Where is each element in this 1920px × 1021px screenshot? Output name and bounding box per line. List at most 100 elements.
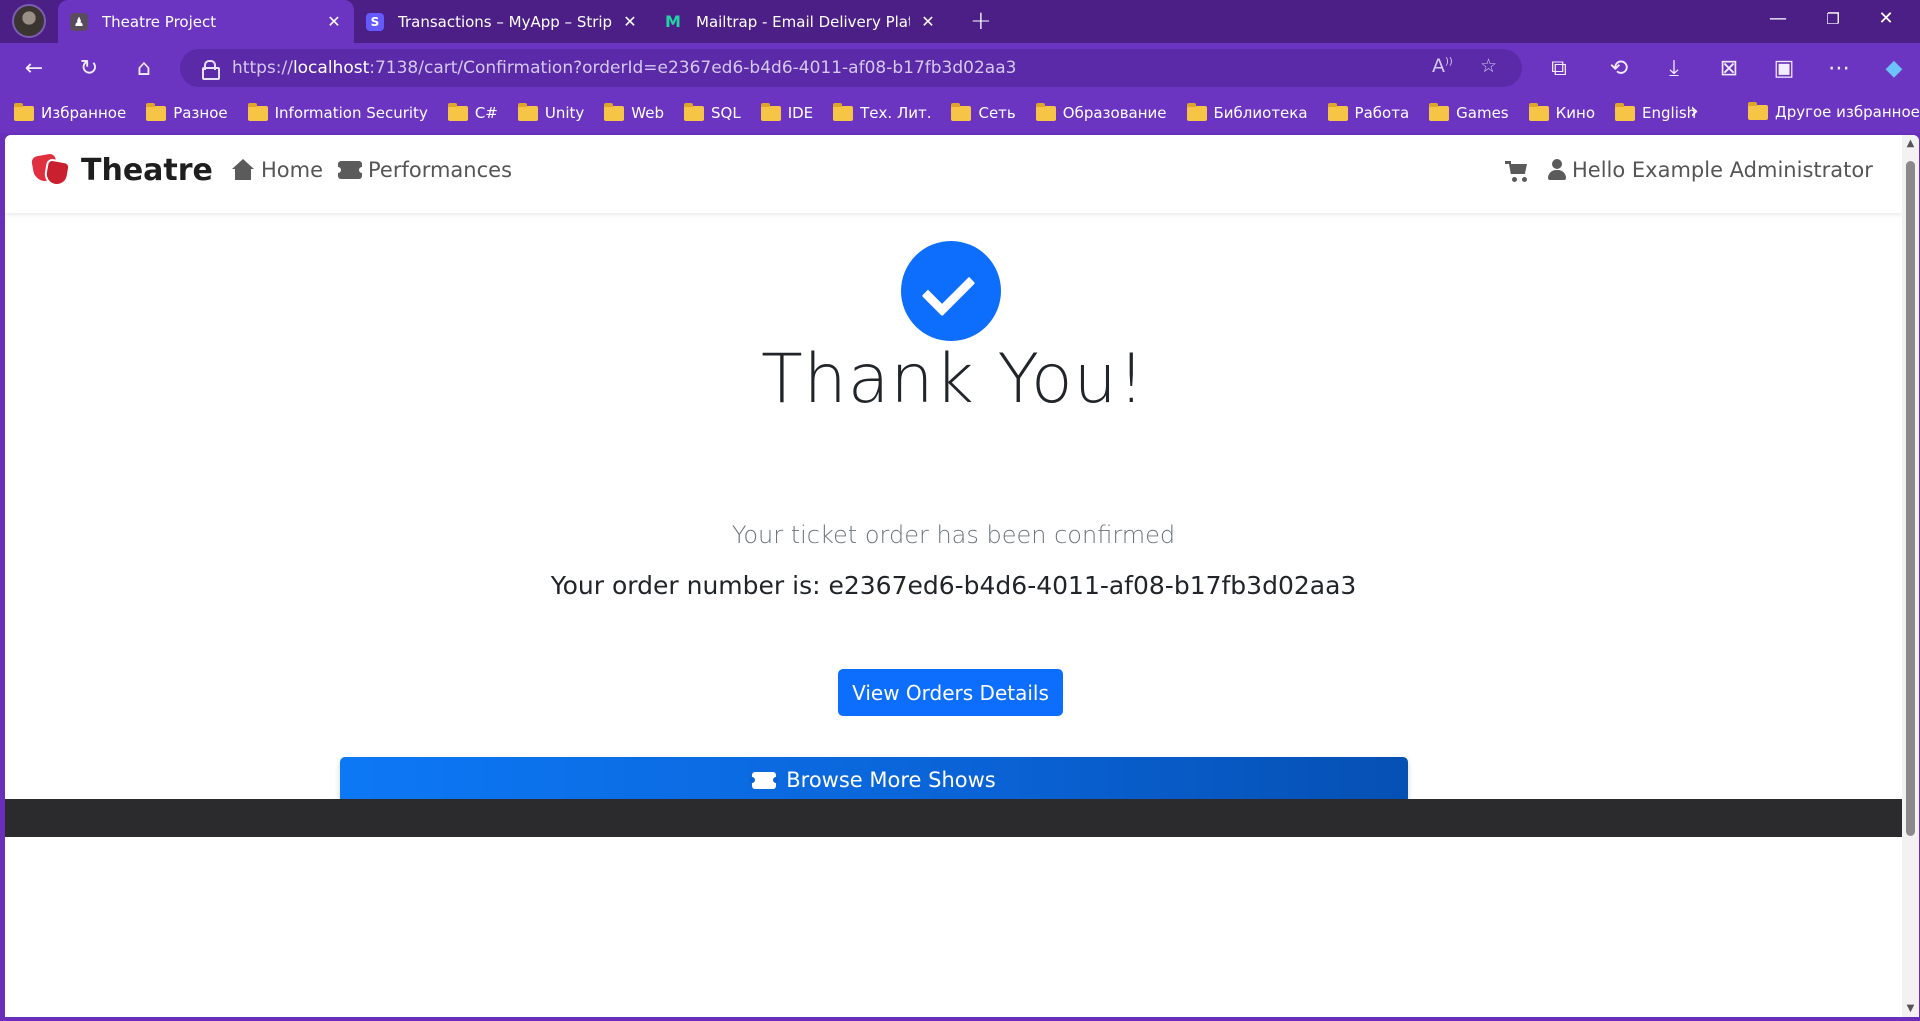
bookmark-label: Games bbox=[1456, 104, 1509, 122]
close-tab-icon[interactable]: ✕ bbox=[920, 12, 936, 31]
nav-home[interactable]: Home bbox=[231, 158, 323, 182]
bookmark-folder[interactable]: Unity bbox=[517, 102, 584, 122]
mailtrap-favicon-icon: M bbox=[665, 12, 681, 31]
back-icon[interactable]: ← bbox=[20, 55, 48, 83]
close-tab-icon[interactable]: ✕ bbox=[622, 12, 638, 31]
view-orders-details-button[interactable]: View Orders Details bbox=[838, 669, 1063, 716]
browse-more-shows-button[interactable]: Browse More Shows bbox=[340, 757, 1408, 803]
tab-stripe-transactions[interactable]: S Transactions – MyApp – Stripe [Te ✕ bbox=[354, 0, 650, 43]
restore-icon[interactable]: ❐ bbox=[1813, 10, 1853, 28]
cart-icon[interactable] bbox=[1505, 161, 1529, 183]
bookmark-folder[interactable]: IDE bbox=[760, 102, 814, 122]
browser-titlebar: ♟ Theatre Project ✕ S Transactions – MyA… bbox=[0, 0, 1920, 43]
bookmark-label: Information Security bbox=[274, 104, 428, 122]
url-path: :7138/cart/Confirmation?orderId=e2367ed6… bbox=[369, 58, 1017, 78]
read-aloud-icon[interactable]: A)) bbox=[1432, 55, 1453, 77]
scrollbar-thumb[interactable] bbox=[1906, 161, 1915, 836]
address-bar[interactable]: https://localhost:7138/cart/Confirmation… bbox=[180, 49, 1522, 87]
folder-icon bbox=[146, 102, 167, 121]
screenshot-icon[interactable]: ⊠ bbox=[1715, 55, 1743, 83]
bookmark-folder[interactable]: Games bbox=[1429, 102, 1509, 122]
brand-link[interactable]: Theatre bbox=[30, 152, 213, 188]
scroll-down-icon[interactable]: ▼ bbox=[1902, 1000, 1919, 1017]
tab-title: Transactions – MyApp – Stripe [Te bbox=[398, 12, 612, 31]
folder-icon bbox=[684, 102, 704, 121]
reload-icon[interactable]: ↻ bbox=[75, 55, 103, 83]
scroll-up-icon[interactable]: ▲ bbox=[1902, 135, 1919, 152]
bookmark-label: Сеть bbox=[978, 104, 1016, 122]
folder-icon bbox=[833, 102, 854, 121]
bookmark-label: Web bbox=[631, 104, 664, 122]
ticket-icon bbox=[749, 771, 780, 789]
bookmark-label: Образование bbox=[1062, 104, 1167, 122]
downloads-icon[interactable]: ⤓ bbox=[1660, 55, 1688, 83]
folder-icon bbox=[1035, 102, 1056, 121]
bookmark-folder[interactable]: Библиотека bbox=[1186, 102, 1308, 122]
bookmark-folder[interactable]: Кино bbox=[1528, 102, 1596, 122]
home-browser-icon[interactable]: ⌂ bbox=[130, 55, 158, 83]
bookmark-folder[interactable]: C# bbox=[447, 102, 498, 122]
url-scheme: https:// bbox=[232, 58, 293, 78]
more-bookmarks-chevron-icon[interactable]: › bbox=[1690, 99, 1699, 124]
home-icon bbox=[231, 159, 255, 181]
bookmark-label: Кино bbox=[1555, 104, 1596, 122]
bookmark-folder[interactable]: English bbox=[1615, 102, 1697, 122]
browser-toolbar: ← ↻ ⌂ https://localhost:7138/cart/Confir… bbox=[0, 43, 1920, 93]
url-host: localhost bbox=[292, 58, 370, 78]
tab-theatre-project[interactable]: ♟ Theatre Project ✕ bbox=[58, 0, 354, 43]
site-footer bbox=[5, 799, 1902, 837]
history-icon[interactable]: ⟲ bbox=[1605, 55, 1633, 83]
favorite-star-icon[interactable]: ☆ bbox=[1480, 55, 1497, 77]
user-icon bbox=[1548, 159, 1566, 181]
extensions-icon[interactable]: ⧉ bbox=[1545, 55, 1573, 83]
site-navbar: Theatre Home Performances Hello Example … bbox=[5, 135, 1902, 213]
bookmark-label: Другое избранное bbox=[1775, 103, 1920, 121]
bookmark-folder[interactable]: Избранное bbox=[14, 102, 126, 122]
check-circle-icon bbox=[901, 241, 1001, 341]
bookmark-label: Библиотека bbox=[1213, 104, 1308, 122]
nav-home-label: Home bbox=[261, 158, 324, 182]
bookmark-label: English bbox=[1642, 104, 1697, 122]
minimize-icon[interactable]: — bbox=[1758, 8, 1798, 29]
page-viewport: Theatre Home Performances Hello Example … bbox=[5, 135, 1919, 1017]
user-account-link[interactable]: Hello Example Administrator bbox=[1548, 158, 1873, 182]
stripe-favicon-icon: S bbox=[366, 12, 384, 31]
bookmark-label: Работа bbox=[1354, 104, 1410, 122]
nav-performances-label: Performances bbox=[368, 158, 513, 182]
bookmark-label: C# bbox=[474, 104, 498, 122]
tab-title: Theatre Project bbox=[102, 12, 217, 31]
bookmark-folder[interactable]: Разное bbox=[146, 102, 228, 122]
bookmark-folder[interactable]: Работа bbox=[1327, 102, 1410, 122]
close-window-icon[interactable]: ✕ bbox=[1866, 8, 1906, 29]
bookmark-folder[interactable]: Сеть bbox=[951, 102, 1016, 122]
folder-icon bbox=[447, 102, 468, 121]
url-text[interactable]: https://localhost:7138/cart/Confirmation… bbox=[232, 58, 1016, 78]
profile-avatar[interactable] bbox=[12, 4, 46, 38]
bookmark-folder[interactable]: Образование bbox=[1035, 102, 1167, 122]
folder-icon bbox=[604, 102, 625, 121]
folder-icon bbox=[1429, 102, 1450, 121]
more-menu-icon[interactable]: ⋯ bbox=[1825, 55, 1853, 83]
copilot-icon[interactable]: ◆ bbox=[1880, 55, 1908, 83]
page-content: Theatre Home Performances Hello Example … bbox=[5, 135, 1902, 1017]
bookmark-folder[interactable]: Web bbox=[604, 102, 664, 122]
bookmark-folder[interactable]: Тех. Лит. bbox=[833, 102, 932, 122]
new-tab-icon[interactable]: + bbox=[970, 6, 992, 36]
bookmarks-bar: Избранное Разное Information Security C#… bbox=[0, 93, 1920, 133]
bookmark-label: Тех. Лит. bbox=[860, 104, 932, 122]
bookmark-label: SQL bbox=[711, 104, 741, 122]
close-tab-icon[interactable]: ✕ bbox=[326, 12, 342, 31]
other-bookmarks-folder[interactable]: Другое избранное bbox=[1748, 101, 1920, 121]
nav-performances[interactable]: Performances bbox=[335, 158, 513, 182]
folder-icon bbox=[1186, 102, 1207, 121]
tab-mailtrap[interactable]: M Mailtrap - Email Delivery Platform ✕ bbox=[652, 0, 948, 43]
bookmark-label: IDE bbox=[787, 104, 814, 122]
folder-icon bbox=[1615, 102, 1636, 121]
page-scrollbar[interactable]: ▲ ▼ bbox=[1902, 135, 1919, 1017]
bookmark-folder[interactable]: SQL bbox=[684, 102, 741, 122]
brand-name: Theatre bbox=[81, 153, 213, 188]
collections-icon[interactable]: ▣ bbox=[1770, 55, 1798, 83]
bookmark-folder[interactable]: Information Security bbox=[247, 102, 428, 122]
lock-icon[interactable] bbox=[202, 60, 220, 80]
ticket-icon bbox=[335, 159, 365, 181]
